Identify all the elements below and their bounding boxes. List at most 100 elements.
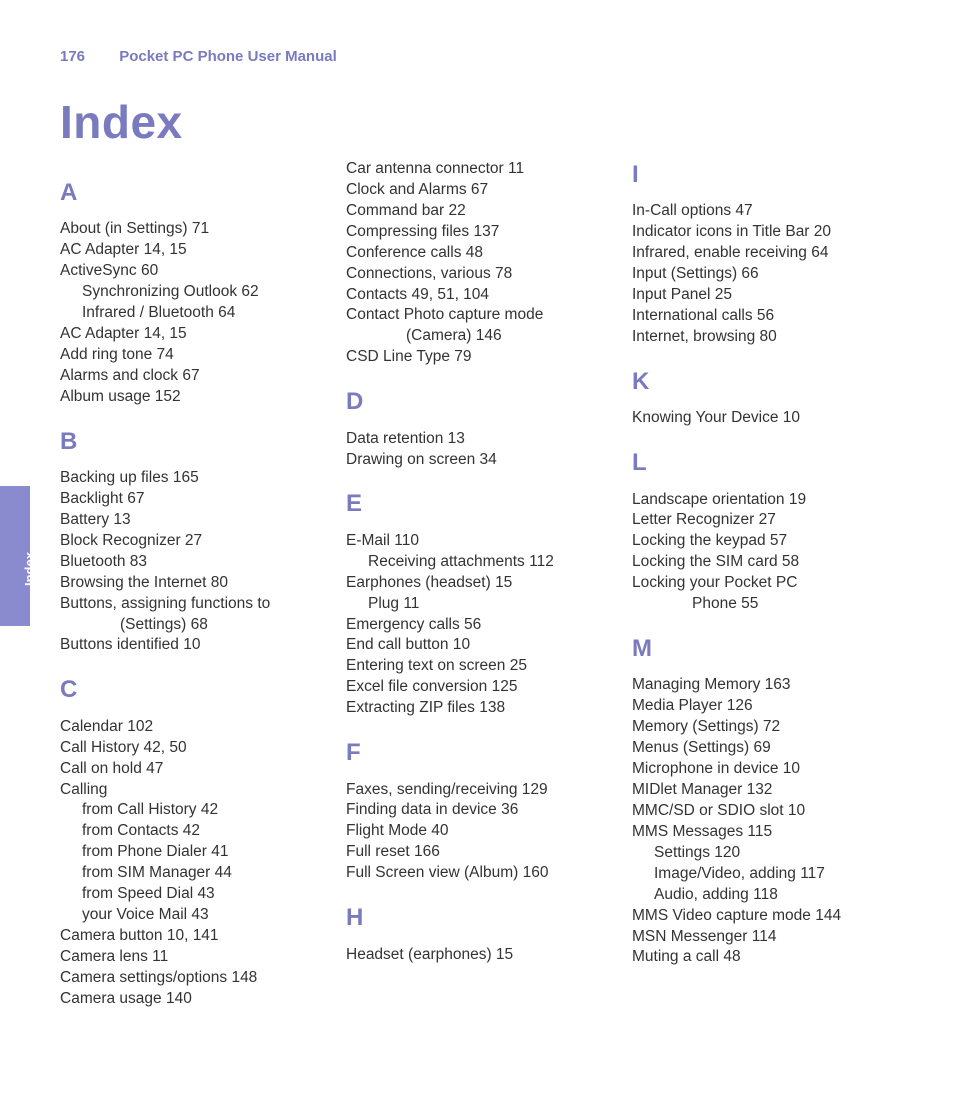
index-entry: Earphones (headset) 15 — [346, 573, 608, 594]
index-entry: Memory (Settings) 72 — [632, 717, 894, 738]
section-letter: L — [632, 447, 894, 479]
index-entry: from Speed Dial 43 — [60, 884, 322, 905]
index-entry: from Call History 42 — [60, 800, 322, 821]
section-letter: A — [60, 177, 322, 209]
section-letter: I — [632, 159, 894, 191]
index-entry: Add ring tone 74 — [60, 345, 322, 366]
index-entry: Landscape orientation 19 — [632, 490, 894, 511]
index-entry: Conference calls 48 — [346, 243, 608, 264]
side-tab-label: Index — [22, 552, 37, 586]
index-section: C Calendar 102Call History 42, 50Call on … — [60, 674, 322, 1009]
index-entry: Phone 55 — [632, 594, 894, 615]
section-letter: K — [632, 366, 894, 398]
index-entry: ActiveSync 60 — [60, 261, 322, 282]
header-title: Pocket PC Phone User Manual — [119, 48, 337, 65]
section-letter: M — [632, 633, 894, 665]
index-entry: CSD Line Type 79 — [346, 347, 608, 368]
index-section: FFaxes, sending/receiving 129Finding dat… — [346, 737, 608, 884]
index-entry: Locking the keypad 57 — [632, 531, 894, 552]
index-section: LLandscape orientation 19Letter Recogniz… — [632, 447, 894, 615]
index-entry: Full reset 166 — [346, 842, 608, 863]
index-entry: Managing Memory 163 — [632, 675, 894, 696]
index-entry: Bluetooth 83 — [60, 552, 322, 573]
index-entry: Synchronizing Outlook 62 — [60, 282, 322, 303]
index-entry: Plug 11 — [346, 594, 608, 615]
index-entry: Compressing files 137 — [346, 222, 608, 243]
index-section: BBacking up files 165Backlight 67Battery… — [60, 426, 322, 657]
section-letter: E — [346, 488, 608, 520]
index-entry: In-Call options 47 — [632, 201, 894, 222]
section-letter: B — [60, 426, 322, 458]
index-entry: from Contacts 42 — [60, 821, 322, 842]
index-entry: Camera settings/options 148 — [60, 968, 322, 989]
index-entry: Microphone in device 10 — [632, 759, 894, 780]
index-columns: A About (in Settings) 71AC Adapter 14, 15… — [0, 159, 954, 1010]
index-entry: Call History 42, 50 — [60, 738, 322, 759]
index-entry: Block Recognizer 27 — [60, 531, 322, 552]
index-section: M Managing Memory 163Media Player 126Memo… — [632, 633, 894, 968]
index-entry: Buttons, assigning functions to — [60, 594, 322, 615]
index-entry: Indicator icons in Title Bar 20 — [632, 222, 894, 243]
section-letter: F — [346, 737, 608, 769]
index-entry: MMS Messages 115 — [632, 822, 894, 843]
section-letter: C — [60, 674, 322, 706]
index-entry: Locking the SIM card 58 — [632, 552, 894, 573]
page-title: Index — [60, 95, 954, 149]
index-entry: Knowing Your Device 10 — [632, 408, 894, 429]
page-header: 176 Pocket PC Phone User Manual — [0, 0, 954, 65]
index-entry: Image/Video, adding 117 — [632, 864, 894, 885]
index-entry: Connections, various 78 — [346, 264, 608, 285]
index-entry: Camera button 10, 141 — [60, 926, 322, 947]
index-entry: Muting a call 48 — [632, 947, 894, 968]
index-section: K Knowing Your Device 10 — [632, 366, 894, 429]
index-entry: Camera lens 11 — [60, 947, 322, 968]
index-entry: About (in Settings) 71 — [60, 219, 322, 240]
index-entry: from Phone Dialer 41 — [60, 842, 322, 863]
index-entry: Receiving attachments 112 — [346, 552, 608, 573]
index-entry: E-Mail 110 — [346, 531, 608, 552]
index-entry: MSN Messenger 114 — [632, 927, 894, 948]
index-entry: Emergency calls 56 — [346, 615, 608, 636]
index-entry: MIDlet Manager 132 — [632, 780, 894, 801]
index-entry: Media Player 126 — [632, 696, 894, 717]
index-entry: Calendar 102 — [60, 717, 322, 738]
index-entry: Clock and Alarms 67 — [346, 180, 608, 201]
index-section: H Headset (earphones) 15 — [346, 902, 608, 965]
index-entry: Excel file conversion 125 — [346, 677, 608, 698]
index-entry: Flight Mode 40 — [346, 821, 608, 842]
index-entry: Input (Settings) 66 — [632, 264, 894, 285]
index-section: E E-Mail 110Receiving attachments 112Earp… — [346, 488, 608, 719]
index-entry: Input Panel 25 — [632, 285, 894, 306]
index-entry: Entering text on screen 25 — [346, 656, 608, 677]
index-entry: Audio, adding 118 — [632, 885, 894, 906]
index-entry: AC Adapter 14, 15 — [60, 240, 322, 261]
index-entry: (Camera) 146 — [346, 326, 608, 347]
index-entry: Full Screen view (Album) 160 — [346, 863, 608, 884]
side-tab: Index — [0, 486, 30, 626]
index-entry: Locking your Pocket PC — [632, 573, 894, 594]
index-entry: (Settings) 68 — [60, 615, 322, 636]
index-entry: Album usage 152 — [60, 387, 322, 408]
index-entry: Call on hold 47 — [60, 759, 322, 780]
section-letter: D — [346, 386, 608, 418]
index-entry: Extracting ZIP files 138 — [346, 698, 608, 719]
index-entry: Command bar 22 — [346, 201, 608, 222]
index-entry: your Voice Mail 43 — [60, 905, 322, 926]
index-entry: from SIM Manager 44 — [60, 863, 322, 884]
index-entry: Alarms and clock 67 — [60, 366, 322, 387]
index-entry: Contact Photo capture mode — [346, 305, 608, 326]
index-entry: Settings 120 — [632, 843, 894, 864]
section-letter: H — [346, 902, 608, 934]
index-entry: Calling — [60, 780, 322, 801]
index-entry: Backlight 67 — [60, 489, 322, 510]
index-entry: Browsing the Internet 80 — [60, 573, 322, 594]
index-entry: Drawing on screen 34 — [346, 450, 608, 471]
index-entry: MMC/SD or SDIO slot 10 — [632, 801, 894, 822]
page-number: 176 — [60, 48, 85, 65]
index-entry: Headset (earphones) 15 — [346, 945, 608, 966]
index-entry: Battery 13 — [60, 510, 322, 531]
index-section: DData retention 13Drawing on screen 34 — [346, 386, 608, 470]
index-section: A About (in Settings) 71AC Adapter 14, 15… — [60, 177, 322, 408]
index-section: Car antenna connector 11Clock and Alarms… — [346, 159, 608, 368]
index-entry: Infrared, enable receiving 64 — [632, 243, 894, 264]
